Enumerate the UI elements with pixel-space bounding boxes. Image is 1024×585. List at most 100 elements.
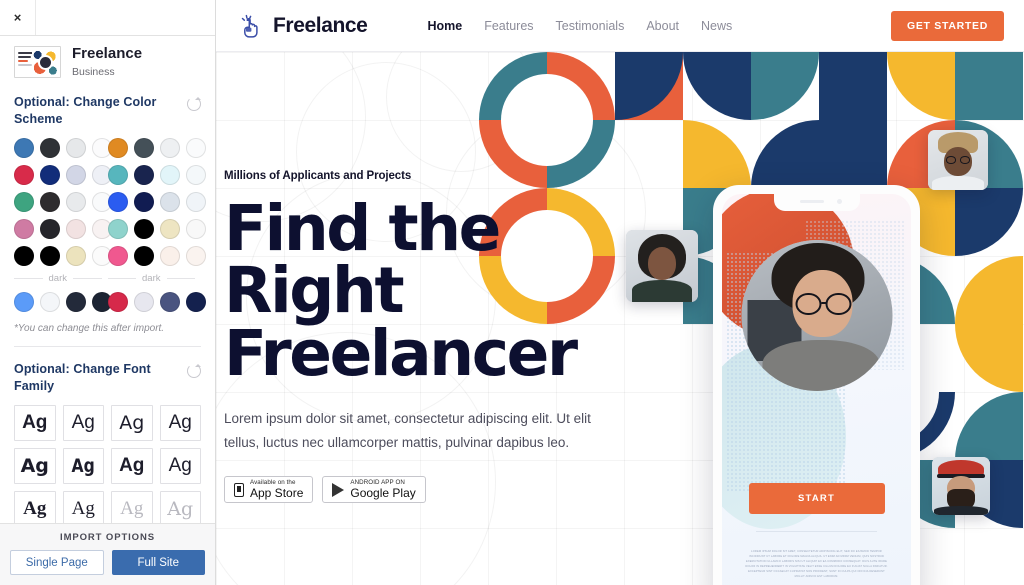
color-swatch[interactable] — [40, 164, 60, 185]
nav-link-testimonials[interactable]: Testimonials — [556, 19, 625, 33]
pattern-tile — [819, 52, 887, 188]
font-option-8[interactable]: Ag — [159, 447, 201, 484]
color-swatch[interactable] — [185, 164, 206, 185]
color-scheme-row-dark[interactable] — [107, 291, 206, 312]
pattern-tile — [751, 120, 819, 188]
color-scheme-row[interactable] — [107, 137, 206, 158]
color-swatch[interactable] — [66, 137, 86, 158]
featured-freelancer-photo — [741, 240, 892, 391]
color-swatch[interactable] — [66, 191, 86, 212]
phone-mockup: START LOREM IPSUM DOLOR SIT AMET, CONSEC… — [713, 185, 920, 585]
color-scheme-row-dark[interactable] — [14, 291, 112, 312]
nav-link-features[interactable]: Features — [484, 19, 533, 33]
color-swatch[interactable] — [133, 218, 154, 239]
sidebar-scroll-area: Freelance Business Optional: Change Colo… — [0, 36, 215, 523]
font-option-1[interactable]: Ag — [14, 404, 56, 441]
color-swatch[interactable] — [159, 291, 180, 312]
color-swatch[interactable] — [66, 218, 86, 239]
color-swatch[interactable] — [133, 191, 154, 212]
color-swatch[interactable] — [40, 245, 60, 266]
pattern-tile — [683, 52, 751, 120]
color-swatch[interactable] — [107, 245, 128, 266]
color-swatch[interactable] — [185, 218, 206, 239]
color-swatch[interactable] — [66, 291, 86, 312]
font-sample-text: Ag — [119, 411, 145, 434]
color-swatch[interactable] — [107, 137, 128, 158]
color-swatch[interactable] — [40, 137, 60, 158]
color-swatch[interactable] — [66, 245, 86, 266]
color-swatch[interactable] — [159, 218, 180, 239]
font-sample-text: Ag — [20, 454, 49, 477]
nav-link-about[interactable]: About — [646, 19, 679, 33]
color-swatch[interactable] — [133, 137, 154, 158]
color-scheme-row[interactable] — [14, 164, 112, 185]
color-swatch[interactable] — [133, 291, 154, 312]
color-swatch[interactable] — [14, 291, 34, 312]
color-swatch[interactable] — [185, 245, 206, 266]
reset-font-family-icon[interactable] — [187, 363, 201, 378]
color-swatch[interactable] — [107, 218, 128, 239]
get-started-button[interactable]: GET STARTED — [890, 10, 1004, 41]
template-thumbnail — [14, 46, 61, 78]
color-swatch[interactable] — [66, 164, 86, 185]
google-play-badge[interactable]: ANDROID APP ON Google Play — [322, 476, 426, 504]
phone-start-button[interactable]: START — [748, 483, 885, 514]
color-swatch[interactable] — [14, 245, 34, 266]
font-sample-text: Ag — [71, 454, 95, 477]
phone-screen: START LOREM IPSUM DOLOR SIT AMET, CONSEC… — [722, 194, 911, 585]
color-scheme-row[interactable] — [107, 164, 206, 185]
color-scheme-row[interactable] — [107, 245, 206, 266]
close-icon[interactable]: × — [0, 0, 36, 35]
brand[interactable]: Freelance — [238, 13, 368, 39]
color-swatch[interactable] — [159, 191, 180, 212]
nav-link-news[interactable]: News — [701, 19, 732, 33]
color-swatch[interactable] — [40, 191, 60, 212]
color-swatch[interactable] — [185, 291, 206, 312]
color-swatch[interactable] — [14, 137, 34, 158]
font-option-4[interactable]: Ag — [159, 404, 201, 441]
sidebar-topbar-filler — [36, 0, 215, 35]
color-swatch[interactable] — [185, 191, 206, 212]
font-option-10[interactable]: Ag — [62, 490, 104, 523]
color-swatch[interactable] — [133, 164, 154, 185]
font-option-12[interactable]: Ag — [159, 490, 201, 523]
pattern-quarter — [955, 324, 1023, 392]
color-scheme-row[interactable] — [14, 191, 112, 212]
font-option-3[interactable]: Ag — [111, 404, 153, 441]
reset-color-scheme-icon[interactable] — [187, 97, 201, 111]
google-play-big-text: Google Play — [350, 486, 416, 501]
font-option-6[interactable]: Ag — [62, 447, 104, 484]
font-option-5[interactable]: Ag — [14, 447, 56, 484]
color-scheme-row[interactable] — [14, 245, 112, 266]
color-swatch[interactable] — [14, 164, 34, 185]
font-option-7[interactable]: Ag — [111, 447, 153, 484]
font-option-9[interactable]: Ag — [14, 490, 56, 523]
color-swatch[interactable] — [185, 137, 206, 158]
color-scheme-row[interactable] — [107, 191, 206, 212]
font-option-2[interactable]: Ag — [62, 404, 104, 441]
color-swatch[interactable] — [14, 218, 34, 239]
color-swatch[interactable] — [40, 291, 60, 312]
color-swatch[interactable] — [133, 245, 154, 266]
color-swatch[interactable] — [107, 291, 128, 312]
avatar-man-beanie — [928, 130, 988, 190]
pattern-quarter — [683, 52, 751, 120]
nav-link-home[interactable]: Home — [427, 19, 462, 33]
app-store-badge[interactable]: Available on the App Store — [224, 476, 314, 504]
color-swatch[interactable] — [40, 218, 60, 239]
color-swatch[interactable] — [107, 164, 128, 185]
dark-schemes-divider: dark — [108, 273, 196, 284]
color-swatch[interactable] — [159, 245, 180, 266]
single-page-button[interactable]: Single Page — [10, 550, 104, 575]
color-scheme-row[interactable] — [14, 218, 112, 239]
color-swatch[interactable] — [159, 164, 180, 185]
color-swatch[interactable] — [159, 137, 180, 158]
color-swatch[interactable] — [107, 191, 128, 212]
full-site-button[interactable]: Full Site — [111, 550, 205, 575]
color-scheme-row[interactable] — [107, 218, 206, 239]
color-swatch[interactable] — [14, 191, 34, 212]
font-option-11[interactable]: Ag — [111, 490, 153, 523]
color-scheme-row[interactable] — [14, 137, 112, 158]
font-sample-text: Ag — [119, 454, 145, 476]
pattern-quarter — [683, 120, 751, 188]
